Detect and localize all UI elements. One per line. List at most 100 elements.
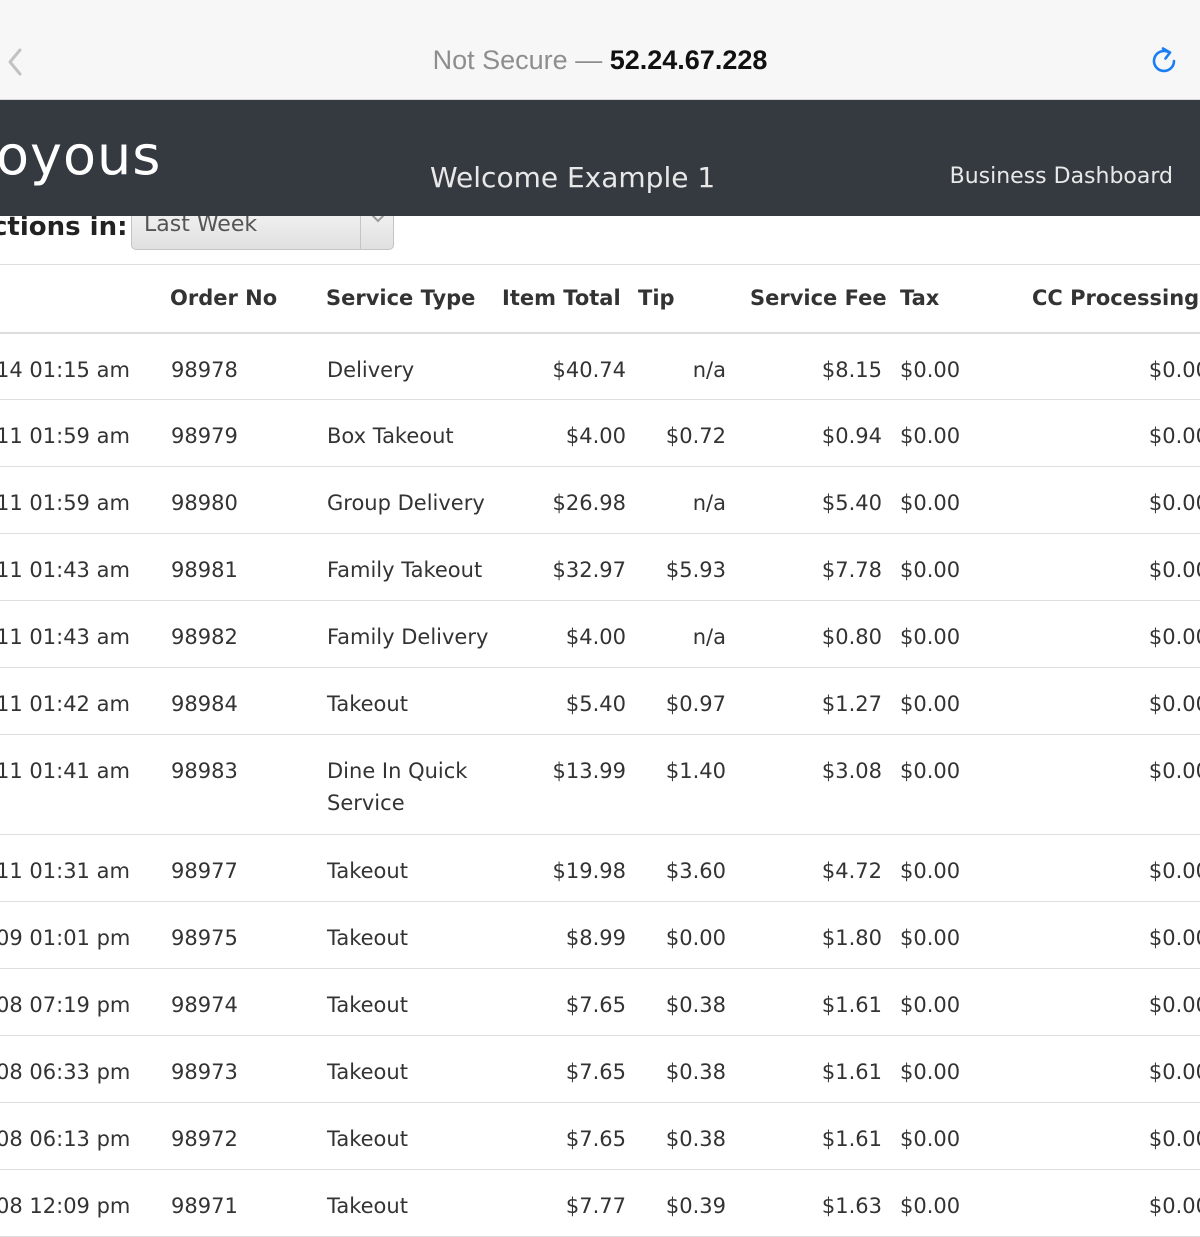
cell-date: 09 01:01 pm bbox=[0, 901, 170, 969]
cell-service-type: Takeout bbox=[326, 1035, 502, 1103]
table-row[interactable]: 14 01:15 am 98978 Delivery $40.74 n/a $8… bbox=[0, 332, 1200, 400]
cell-tip: $3.60 bbox=[638, 834, 732, 902]
cell-date: 08 06:33 pm bbox=[0, 1035, 170, 1103]
cell-cc-fee: $0.00 bbox=[1010, 968, 1200, 1036]
column-header-date[interactable] bbox=[0, 264, 170, 334]
cell-service-fee: $0.80 bbox=[732, 600, 888, 668]
cell-item-total: $4.00 bbox=[502, 600, 638, 668]
cell-date: 11 01:42 am bbox=[0, 667, 170, 735]
cell-service-fee: $1.27 bbox=[732, 667, 888, 735]
cell-item-total: $32.97 bbox=[502, 533, 638, 601]
column-header-cc-processing-fee[interactable]: CC Processing Fee bbox=[1010, 264, 1200, 334]
cell-tax: $0.00 bbox=[888, 1102, 1010, 1170]
cell-cc-fee: $0.00 bbox=[1010, 901, 1200, 969]
column-header-service-fee[interactable]: Service Fee bbox=[732, 264, 888, 334]
cell-order-no: 98978 bbox=[170, 332, 326, 400]
cell-tip: $5.93 bbox=[638, 533, 732, 601]
cell-tip: $0.38 bbox=[638, 968, 732, 1036]
cell-tax: $0.00 bbox=[888, 667, 1010, 735]
app-header: oyous Welcome Example 1 Business Dashboa… bbox=[0, 100, 1200, 216]
table-row[interactable]: 08 06:13 pm 98972 Takeout $7.65 $0.38 $1… bbox=[0, 1102, 1200, 1170]
brand-logo[interactable]: oyous bbox=[0, 124, 161, 188]
cell-service-type: Takeout bbox=[326, 968, 502, 1036]
cell-service-type: Box Takeout bbox=[326, 399, 502, 467]
cell-date: 11 01:41 am bbox=[0, 734, 170, 835]
cell-tip: $0.97 bbox=[638, 667, 732, 735]
cell-date: 14 01:15 am bbox=[0, 332, 170, 400]
cell-cc-fee: $0.00 bbox=[1010, 667, 1200, 735]
cell-item-total: $8.99 bbox=[502, 901, 638, 969]
cell-service-type: Takeout bbox=[326, 901, 502, 969]
cell-tip: $1.40 bbox=[638, 734, 732, 835]
cell-service-type: Dine In Quick Service bbox=[326, 734, 502, 835]
transactions-table: Order No Service Type Item Total Tip Ser… bbox=[0, 264, 1200, 1237]
address-bar[interactable]: Not Secure — 52.24.67.228 bbox=[0, 40, 1200, 80]
cell-cc-fee: $0.00 bbox=[1010, 533, 1200, 601]
cell-service-fee: $1.80 bbox=[732, 901, 888, 969]
table-row[interactable]: 11 01:41 am 98983 Dine In Quick Service … bbox=[0, 734, 1200, 835]
cell-item-total: $7.65 bbox=[502, 1035, 638, 1103]
cell-order-no: 98972 bbox=[170, 1102, 326, 1170]
cell-tip: $0.72 bbox=[638, 399, 732, 467]
cell-item-total: $19.98 bbox=[502, 834, 638, 902]
cell-item-total: $13.99 bbox=[502, 734, 638, 835]
cell-tax: $0.00 bbox=[888, 332, 1010, 400]
cell-cc-fee: $0.00 bbox=[1010, 834, 1200, 902]
column-header-item-total[interactable]: Item Total bbox=[502, 264, 638, 334]
column-header-service-type[interactable]: Service Type bbox=[326, 264, 502, 334]
cell-date: 11 01:43 am bbox=[0, 600, 170, 668]
table-row[interactable]: 09 01:01 pm 98975 Takeout $8.99 $0.00 $1… bbox=[0, 901, 1200, 969]
cell-order-no: 98982 bbox=[170, 600, 326, 668]
table-row[interactable]: 11 01:59 am 98979 Box Takeout $4.00 $0.7… bbox=[0, 399, 1200, 467]
cell-item-total: $7.65 bbox=[502, 1102, 638, 1170]
cell-date: 08 12:09 pm bbox=[0, 1169, 170, 1237]
table-row[interactable]: 11 01:43 am 98981 Family Takeout $32.97 … bbox=[0, 533, 1200, 601]
cell-service-type: Takeout bbox=[326, 1169, 502, 1237]
cell-cc-fee: $0.00 bbox=[1010, 1169, 1200, 1237]
cell-service-type: Group Delivery bbox=[326, 466, 502, 534]
cell-service-fee: $3.08 bbox=[732, 734, 888, 835]
cell-tax: $0.00 bbox=[888, 834, 1010, 902]
browser-toolbar: Not Secure — 52.24.67.228 bbox=[0, 0, 1200, 100]
transactions-table-container: Order No Service Type Item Total Tip Ser… bbox=[0, 264, 1200, 1237]
cell-tip: $0.00 bbox=[638, 901, 732, 969]
cell-tip: $0.39 bbox=[638, 1169, 732, 1237]
cell-tip: n/a bbox=[638, 332, 732, 400]
table-row[interactable]: 08 12:09 pm 98971 Takeout $7.77 $0.39 $1… bbox=[0, 1169, 1200, 1237]
table-header: Order No Service Type Item Total Tip Ser… bbox=[0, 264, 1200, 334]
column-header-tip[interactable]: Tip bbox=[638, 264, 732, 334]
cell-cc-fee: $0.00 bbox=[1010, 466, 1200, 534]
cell-order-no: 98984 bbox=[170, 667, 326, 735]
cell-order-no: 98980 bbox=[170, 466, 326, 534]
cell-cc-fee: $0.00 bbox=[1010, 332, 1200, 400]
table-row[interactable]: 08 06:33 pm 98973 Takeout $7.65 $0.38 $1… bbox=[0, 1035, 1200, 1103]
address-host: 52.24.67.228 bbox=[609, 45, 768, 75]
table-row[interactable]: 11 01:42 am 98984 Takeout $5.40 $0.97 $1… bbox=[0, 667, 1200, 735]
table-row[interactable]: 08 07:19 pm 98974 Takeout $7.65 $0.38 $1… bbox=[0, 968, 1200, 1036]
table-body: 14 01:15 am 98978 Delivery $40.74 n/a $8… bbox=[0, 332, 1200, 1237]
cell-tax: $0.00 bbox=[888, 968, 1010, 1036]
cell-order-no: 98975 bbox=[170, 901, 326, 969]
table-row[interactable]: 11 01:59 am 98980 Group Delivery $26.98 … bbox=[0, 466, 1200, 534]
reload-icon[interactable] bbox=[1148, 45, 1180, 77]
cell-service-fee: $4.72 bbox=[732, 834, 888, 902]
business-dashboard-link[interactable]: Business Dashboard bbox=[950, 160, 1173, 194]
cell-tax: $0.00 bbox=[888, 399, 1010, 467]
column-header-order-no[interactable]: Order No bbox=[170, 264, 326, 334]
cell-tax: $0.00 bbox=[888, 1035, 1010, 1103]
not-secure-label: Not Secure bbox=[432, 45, 568, 75]
cell-service-fee: $7.78 bbox=[732, 533, 888, 601]
table-row[interactable]: 11 01:43 am 98982 Family Delivery $4.00 … bbox=[0, 600, 1200, 668]
cell-cc-fee: $0.00 bbox=[1010, 1102, 1200, 1170]
cell-tip: $0.38 bbox=[638, 1035, 732, 1103]
cell-service-fee: $1.61 bbox=[732, 1035, 888, 1103]
cell-tax: $0.00 bbox=[888, 901, 1010, 969]
table-row[interactable]: 11 01:31 am 98977 Takeout $19.98 $3.60 $… bbox=[0, 834, 1200, 902]
column-header-tax[interactable]: Tax bbox=[888, 264, 1010, 334]
cell-order-no: 98971 bbox=[170, 1169, 326, 1237]
cell-item-total: $4.00 bbox=[502, 399, 638, 467]
cell-cc-fee: $0.00 bbox=[1010, 734, 1200, 835]
cell-order-no: 98973 bbox=[170, 1035, 326, 1103]
cell-service-type: Takeout bbox=[326, 1102, 502, 1170]
cell-service-type: Family Delivery bbox=[326, 600, 502, 668]
